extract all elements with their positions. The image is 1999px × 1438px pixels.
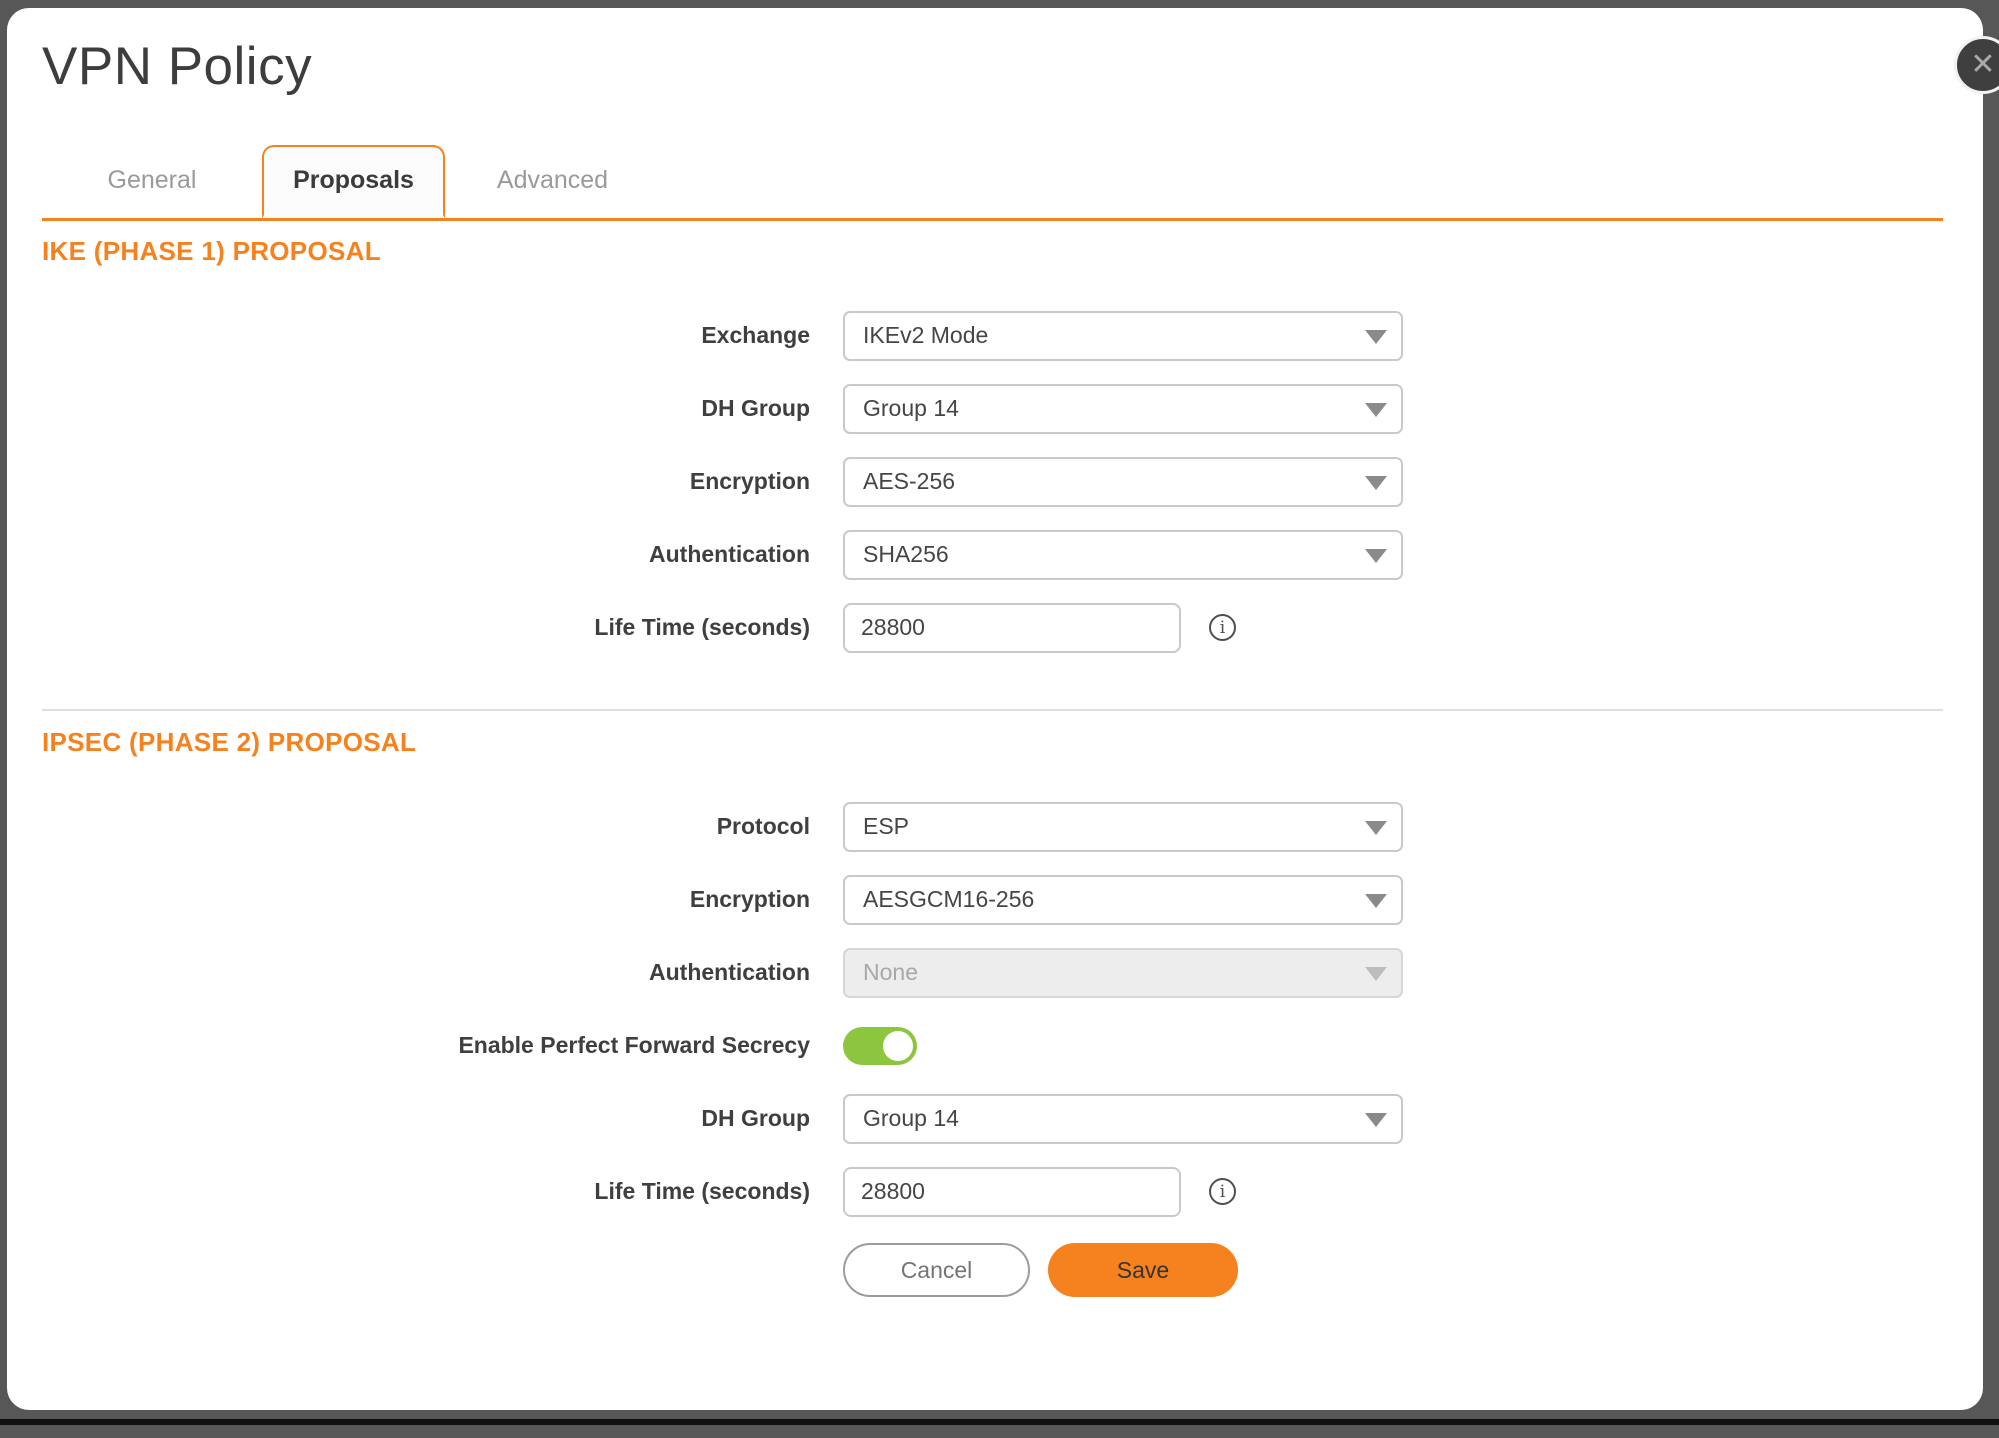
dh-group-select[interactable]: Group 14	[843, 384, 1403, 434]
authentication-phase2-label: Authentication	[42, 959, 810, 986]
tab-advanced[interactable]: Advanced	[445, 145, 660, 218]
encryption-phase2-label: Encryption	[42, 886, 810, 913]
pfs-label: Enable Perfect Forward Secrecy	[42, 1032, 810, 1059]
info-icon[interactable]: i	[1209, 1178, 1236, 1205]
form-row-encryption-phase2: Encryption AESGCM16-256	[42, 863, 1943, 936]
tab-proposals-label: Proposals	[293, 166, 414, 194]
ike-phase1-rows: Exchange IKEv2 Mode DH Group Group 14	[42, 299, 1943, 664]
life-time-label: Life Time (seconds)	[42, 614, 810, 641]
pfs-toggle[interactable]	[843, 1027, 917, 1065]
exchange-label: Exchange	[42, 322, 810, 349]
form-row-encryption: Encryption AES-256	[42, 445, 1943, 518]
authentication-select[interactable]: SHA256	[843, 530, 1403, 580]
caret-down-icon	[1365, 403, 1387, 417]
toggle-knob	[883, 1031, 913, 1061]
encryption-phase2-select[interactable]: AESGCM16-256	[843, 875, 1403, 925]
tab-proposals[interactable]: Proposals	[262, 145, 445, 218]
dh-group-phase2-select[interactable]: Group 14	[843, 1094, 1403, 1144]
dh-group-phase2-label: DH Group	[42, 1105, 810, 1132]
section-divider	[42, 709, 1943, 711]
life-time-input[interactable]	[843, 603, 1181, 653]
ike-phase1-heading: IKE (PHASE 1) PROPOSAL	[42, 236, 1943, 266]
form-row-exchange: Exchange IKEv2 Mode	[42, 299, 1943, 372]
protocol-label: Protocol	[42, 813, 810, 840]
cancel-button[interactable]: Cancel	[843, 1243, 1030, 1297]
tab-general[interactable]: General	[42, 145, 262, 218]
ipsec-phase2-rows: Protocol ESP Encryption AESGCM16-256	[42, 790, 1943, 1228]
encryption-select[interactable]: AES-256	[843, 457, 1403, 507]
exchange-select[interactable]: IKEv2 Mode	[843, 311, 1403, 361]
exchange-select-value: IKEv2 Mode	[863, 322, 988, 349]
caret-down-icon	[1365, 330, 1387, 344]
protocol-select-value: ESP	[863, 813, 909, 840]
life-time-phase2-label: Life Time (seconds)	[42, 1178, 810, 1205]
tab-bar: General Proposals Advanced	[42, 145, 1943, 221]
vpn-policy-dialog: VPN Policy General Proposals Advanced IK…	[7, 8, 1983, 1410]
form-row-authentication-phase2: Authentication None	[42, 936, 1943, 1009]
dh-group-label: DH Group	[42, 395, 810, 422]
protocol-select[interactable]: ESP	[843, 802, 1403, 852]
info-icon-glyph: i	[1220, 1182, 1225, 1202]
save-button[interactable]: Save	[1048, 1243, 1238, 1297]
form-row-life-time-phase2: Life Time (seconds) i	[42, 1155, 1943, 1228]
authentication-label: Authentication	[42, 541, 810, 568]
tab-advanced-label: Advanced	[497, 166, 608, 194]
authentication-phase2-select-disabled: None	[843, 948, 1403, 998]
dh-group-select-value: Group 14	[863, 395, 959, 422]
caret-down-icon	[1365, 549, 1387, 563]
caret-down-icon	[1365, 894, 1387, 908]
info-icon[interactable]: i	[1209, 614, 1236, 641]
form-row-pfs: Enable Perfect Forward Secrecy	[42, 1009, 1943, 1082]
form-row-dh-group-phase2: DH Group Group 14	[42, 1082, 1943, 1155]
authentication-select-value: SHA256	[863, 541, 949, 568]
ipsec-phase2-heading: IPSEC (PHASE 2) PROPOSAL	[42, 727, 1943, 757]
encryption-phase2-select-value: AESGCM16-256	[863, 886, 1034, 913]
form-row-authentication: Authentication SHA256	[42, 518, 1943, 591]
form-row-life-time: Life Time (seconds) i	[42, 591, 1943, 664]
encryption-label: Encryption	[42, 468, 810, 495]
encryption-select-value: AES-256	[863, 468, 955, 495]
close-icon: ✕	[1970, 50, 1995, 80]
info-icon-glyph: i	[1220, 618, 1225, 638]
caret-down-icon	[1365, 967, 1387, 981]
caret-down-icon	[1365, 476, 1387, 490]
caret-down-icon	[1365, 1113, 1387, 1127]
tab-general-label: General	[108, 166, 197, 194]
form-row-dh-group: DH Group Group 14	[42, 372, 1943, 445]
life-time-phase2-input[interactable]	[843, 1167, 1181, 1217]
screen-bottom-edge	[0, 1419, 1999, 1425]
dialog-content: VPN Policy General Proposals Advanced IK…	[7, 36, 1983, 1438]
form-row-protocol: Protocol ESP	[42, 790, 1943, 863]
dialog-footer: Cancel Save	[42, 1243, 1943, 1297]
dh-group-phase2-select-value: Group 14	[863, 1105, 959, 1132]
authentication-phase2-select-value: None	[863, 959, 918, 986]
page-title: VPN Policy	[42, 36, 1943, 97]
caret-down-icon	[1365, 821, 1387, 835]
